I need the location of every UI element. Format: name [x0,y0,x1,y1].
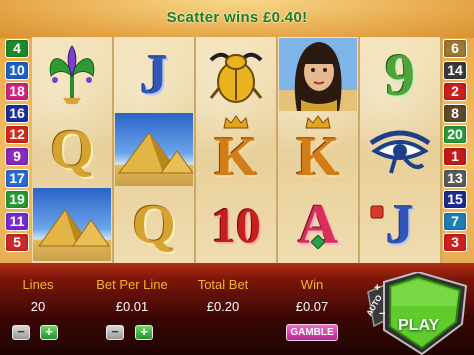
lines-value: 20 [30,299,46,314]
payline-badge-left: 19 [5,190,29,210]
pyramid-icon [38,209,110,247]
payline-badge-right: 14 [443,60,467,80]
pyramids-image [115,113,194,186]
symbol-q: Q [50,118,94,181]
symbol-a: A [297,193,339,256]
payline-badge-left: 16 [5,103,29,123]
payline-badges-left: 4 10 18 16 12 9 17 19 11 5 [5,39,30,255]
payline-badge-left: 4 [5,39,29,58]
payline-badge-right: 3 [443,233,467,253]
lines-decrease-button[interactable]: − [12,325,30,340]
bet-per-line-value: £0.01 [115,299,149,314]
symbol-10: 10 [211,196,261,253]
payline-badge-left: 17 [5,168,29,188]
play-button[interactable]: PLAY [398,317,439,335]
symbol-pyramids [32,187,112,262]
eye-of-horus-icon [369,130,431,174]
reel-4: K A [278,37,358,263]
symbol-pyramids [114,112,194,187]
payline-badge-right: 6 [443,39,467,58]
payline-badge-right: 8 [443,103,467,123]
total-bet-label: Total Bet [197,277,249,292]
payline-badge-left: 12 [5,125,29,145]
scarab-icon [209,52,263,103]
lines-increase-button[interactable]: + [40,325,58,340]
auto-minus-button[interactable]: − [379,308,385,320]
payline-badge-right: 2 [443,82,467,102]
payline-badge-left: 11 [5,211,29,231]
symbol-9: 9 [385,41,415,108]
payline-badge-right: 20 [443,125,467,145]
payline-badge-right: 15 [443,190,467,210]
scatter-win-message: Scatter wins £0.40! [166,9,308,26]
symbol-j: J [140,43,168,106]
payline-badge-right: 13 [443,168,467,188]
bet-per-line-label: Bet Per Line [96,277,168,292]
reel-area: Q J Q K 10 K A 9 J [32,37,442,263]
bet-decrease-button[interactable]: − [106,325,124,340]
payline-badge-left: 5 [5,233,29,253]
reel-5: 9 J [360,37,440,263]
payline-badge-right: 7 [443,211,467,231]
symbol-lotus [32,37,112,112]
reel-3: K 10 [196,37,276,263]
symbol-k: K [196,112,276,187]
pyramid-icon [118,132,194,174]
bet-increase-button[interactable]: + [135,325,153,340]
pyramids-image [33,188,111,261]
message-bar: Scatter wins £0.40! [0,0,474,38]
symbol-eye-of-horus [360,112,440,187]
cleopatra-portrait [279,38,357,111]
gamble-button[interactable]: GAMBLE [286,324,338,341]
reel-2: J Q [114,37,194,263]
reel-1: Q [32,37,112,263]
symbol-cleopatra [278,37,358,112]
payline-badge-right: 1 [443,146,467,166]
symbol-scarab [196,37,276,112]
symbol-k: K [278,112,358,187]
payline-badge-left: 18 [5,82,29,102]
total-bet-value: £0.20 [206,299,240,314]
lotus-icon [49,44,95,104]
play-control: AUTO + − PLAY [362,272,474,355]
payline-badge-left: 9 [5,146,29,166]
payline-badges-right: 6 14 2 8 20 1 13 15 7 3 [443,39,468,255]
win-value: £0.07 [295,299,329,314]
win-label: Win [300,277,324,292]
shield-icon [370,205,384,218]
lines-label: Lines [22,277,54,292]
gem-icon [310,234,325,249]
payline-badge-left: 10 [5,60,29,80]
symbol-j: J [360,187,440,262]
symbol-q: Q [132,193,176,256]
auto-plus-button[interactable]: + [374,282,380,294]
